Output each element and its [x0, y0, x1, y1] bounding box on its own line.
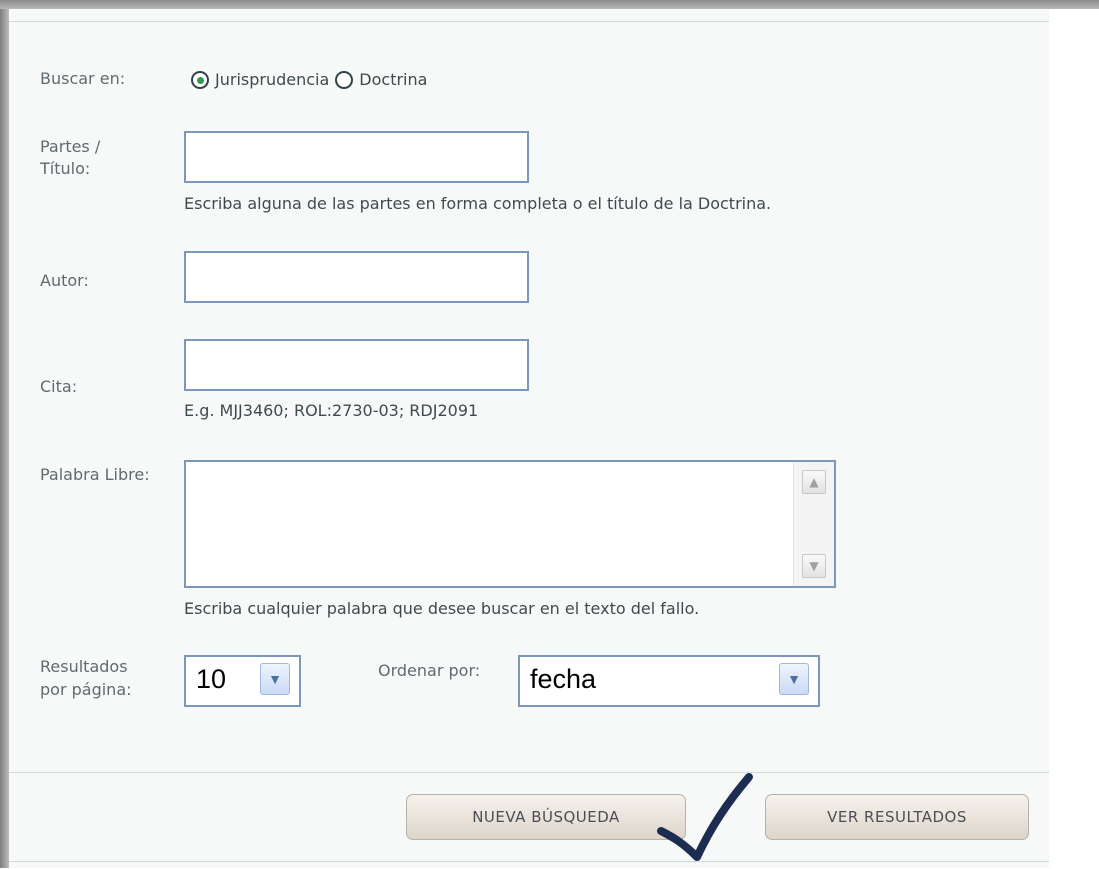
cita-input[interactable]: [184, 339, 529, 391]
order-by-label: Ordenar por:: [378, 661, 481, 680]
new-search-button[interactable]: NUEVA BÚSQUEDA: [406, 794, 686, 840]
chevron-down-icon[interactable]: ▼: [779, 663, 809, 695]
order-by-value: fecha: [530, 664, 597, 694]
search-in-radio-group: Jurisprudencia Doctrina: [191, 70, 433, 89]
partes-hint: Escriba alguna de las partes en forma co…: [184, 194, 772, 213]
cita-hint: E.g. MJJ3460; ROL:2730-03; RDJ2091: [184, 401, 479, 420]
results-per-page-value: 10: [196, 664, 227, 694]
divider: [9, 861, 1049, 862]
results-per-page-label-line1: Resultados: [40, 657, 128, 676]
autor-label: Autor:: [40, 271, 89, 290]
radio-jurisprudencia-label[interactable]: Jurisprudencia: [215, 70, 329, 89]
chevron-down-icon[interactable]: ▼: [260, 663, 290, 695]
window-frame-top: [0, 0, 1099, 9]
order-by-select[interactable]: fecha ▼: [518, 655, 820, 707]
divider: [9, 772, 1049, 773]
cita-label: Cita:: [40, 377, 78, 396]
palabra-libre-textarea[interactable]: ▲ ▼: [184, 460, 836, 588]
radio-doctrina-label[interactable]: Doctrina: [359, 70, 427, 89]
partes-titulo-input[interactable]: [184, 131, 529, 183]
results-per-page-label-line2: por página:: [40, 680, 132, 699]
radio-doctrina[interactable]: [335, 70, 354, 89]
partes-label-line2: Título:: [40, 159, 91, 178]
results-per-page-select[interactable]: 10 ▼: [184, 655, 301, 707]
chevron-down-icon[interactable]: ▼: [802, 554, 826, 578]
search-form-panel: Buscar en: Jurisprudencia Doctrina Parte…: [9, 9, 1049, 868]
textarea-scrollbar[interactable]: ▲ ▼: [793, 462, 834, 586]
radio-jurisprudencia[interactable]: [191, 70, 209, 89]
search-in-label: Buscar en:: [40, 69, 126, 88]
autor-input[interactable]: [184, 251, 529, 303]
checkmark-icon: [657, 773, 753, 861]
palabra-libre-hint: Escriba cualquier palabra que desee busc…: [184, 599, 700, 618]
chevron-up-icon[interactable]: ▲: [802, 470, 826, 494]
partes-label-line1: Partes /: [40, 137, 101, 156]
view-results-button[interactable]: VER RESULTADOS: [765, 794, 1029, 840]
divider: [9, 21, 1049, 22]
window-frame-left: [0, 9, 9, 868]
palabra-libre-label: Palabra Libre:: [40, 465, 150, 484]
